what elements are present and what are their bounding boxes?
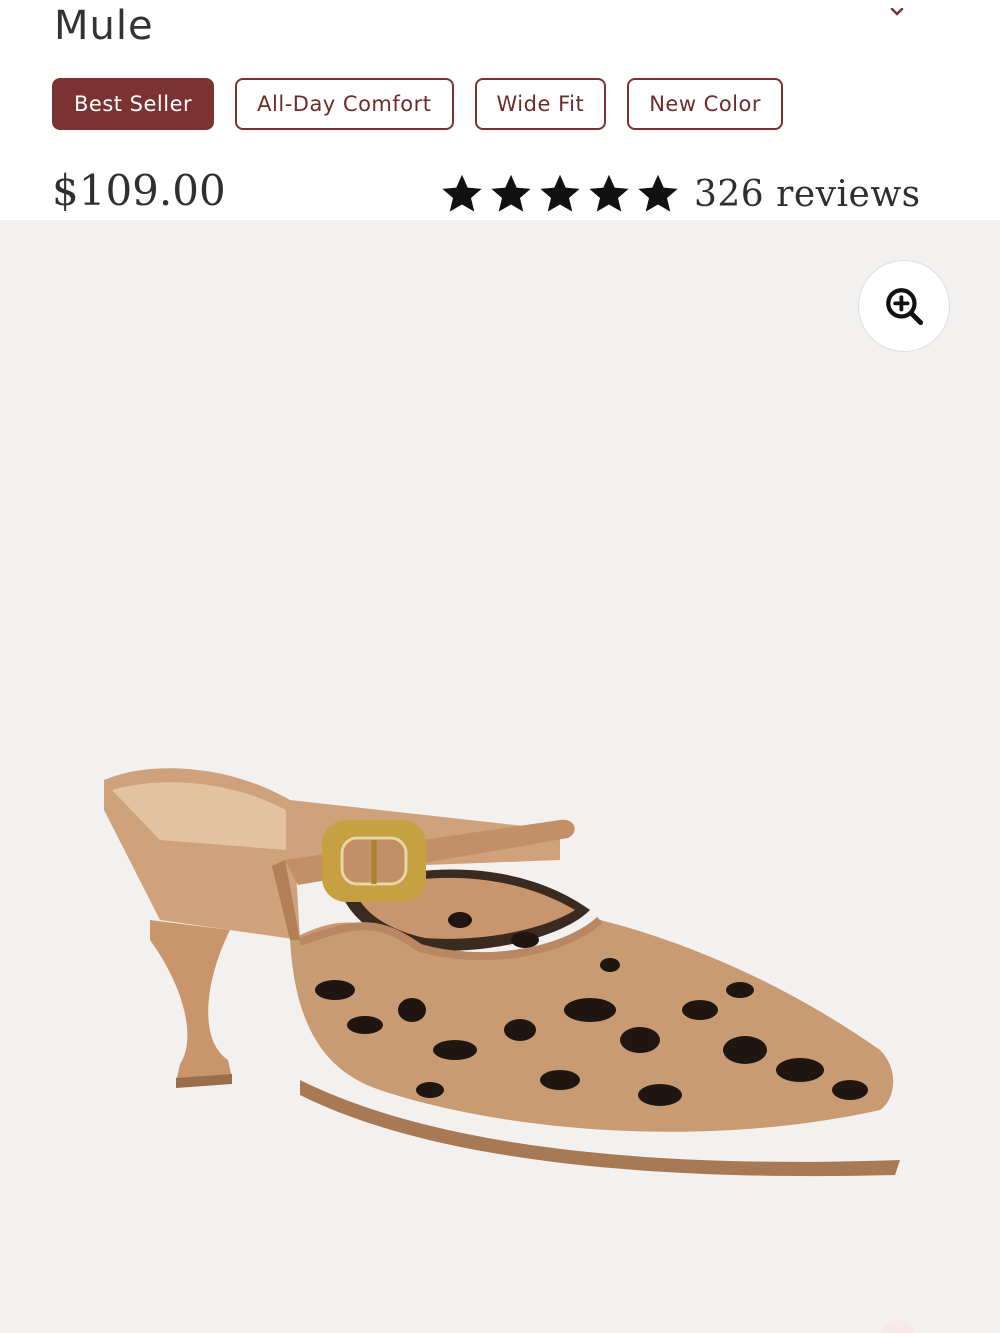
- star-icon: [540, 174, 580, 212]
- badge-wide-fit: Wide Fit: [474, 78, 607, 130]
- star-icon: [638, 174, 678, 212]
- reviews-link[interactable]: 326 reviews: [694, 174, 921, 215]
- badge-all-day-comfort: All-Day Comfort: [235, 78, 454, 130]
- zoom-button[interactable]: [858, 260, 950, 352]
- zoom-in-icon: [886, 288, 924, 326]
- product-title: Mule: [54, 3, 154, 49]
- star-rating: [440, 172, 680, 216]
- star-icon: [491, 174, 531, 212]
- product-image-gallery[interactable]: [0, 220, 1000, 1333]
- chevron-down-icon[interactable]: [890, 8, 904, 16]
- star-icon: [589, 174, 629, 212]
- product-image: [104, 768, 900, 1177]
- rating-summary[interactable]: 326 reviews: [440, 170, 921, 218]
- star-icon: [442, 174, 482, 212]
- badge-best-seller: Best Seller: [52, 78, 215, 130]
- badge-list: Best Seller All-Day Comfort Wide Fit New…: [52, 78, 783, 130]
- product-price: $109.00: [52, 166, 226, 215]
- badge-new-color: New Color: [627, 78, 783, 130]
